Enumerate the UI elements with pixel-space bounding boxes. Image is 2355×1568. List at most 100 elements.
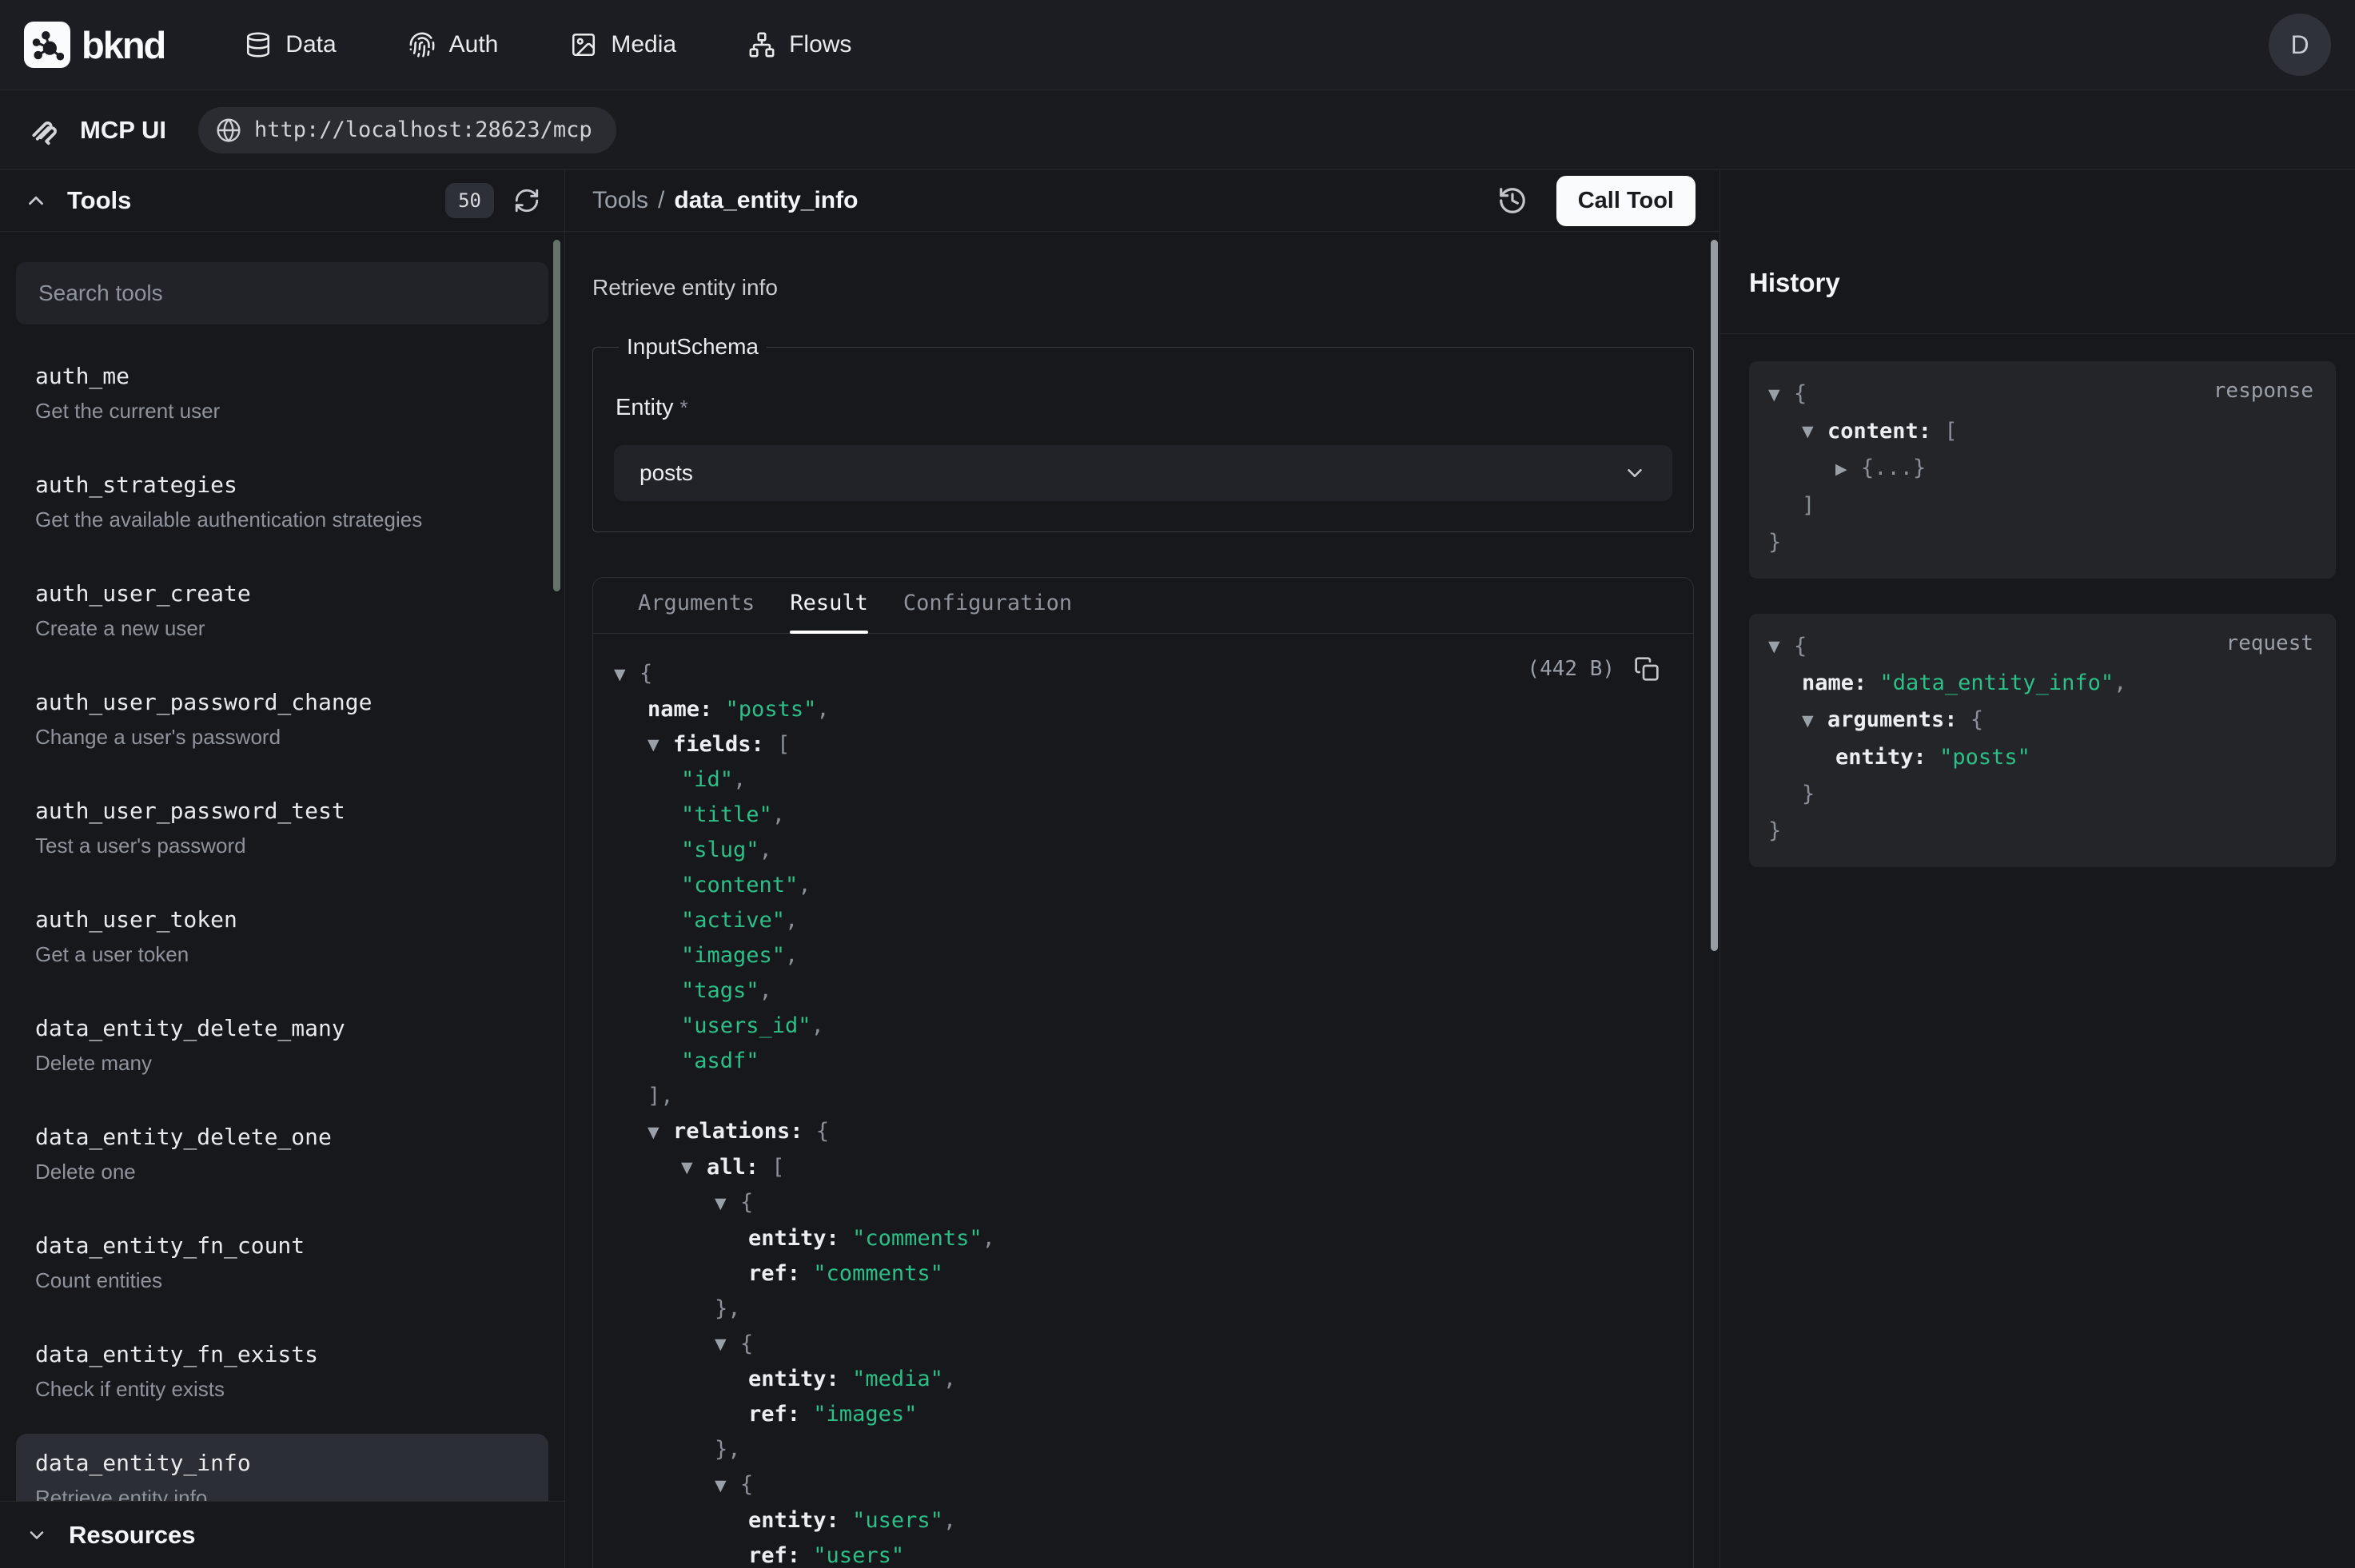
tool-name: data_entity_fn_count: [35, 1232, 529, 1259]
expand-triangle-icon[interactable]: ▶: [1835, 451, 1861, 488]
tool-list-item[interactable]: auth_user_token Get a user token: [16, 890, 548, 985]
collapse-triangle-icon[interactable]: ▼: [1768, 628, 1794, 665]
mcp-url-pill[interactable]: http://localhost:28623/mcp: [198, 107, 616, 153]
tool-list-item[interactable]: auth_user_password_changeChange a user's…: [16, 673, 548, 767]
collapse-triangle-icon[interactable]: ▼: [1768, 376, 1794, 413]
bknd-logo[interactable]: bknd: [24, 22, 165, 68]
history-entry-response[interactable]: response ▼{▼content: [▶{...}]}: [1749, 361, 2336, 579]
json-line: entity: "users",: [614, 1503, 1693, 1538]
collapse-triangle-icon[interactable]: ▼: [614, 657, 640, 692]
history-button[interactable]: [1497, 185, 1528, 216]
json-line: ▼fields: [: [614, 727, 1693, 763]
tab-configuration[interactable]: Configuration: [903, 591, 1072, 633]
tool-name: auth_me: [35, 363, 529, 389]
json-line: ],: [614, 1079, 1693, 1114]
tool-description: Get a user token: [35, 942, 529, 967]
json-line: ▼relations: {: [614, 1114, 1693, 1150]
tools-sidebar: Tools 50 auth_meGet the current userauth…: [0, 170, 565, 1568]
tool-list-item[interactable]: auth_user_password_testTest a user's pas…: [16, 782, 548, 876]
tool-detail-header: Tools / data_entity_info Call Tool: [565, 170, 1719, 232]
json-line: ]: [1768, 488, 2317, 524]
result-meta: (442 B): [1527, 656, 1660, 682]
result-json-viewer: (442 B) ▼{name: "posts",▼fields: ["id","…: [593, 634, 1693, 1568]
app-window: bknd Data Auth Media Flows D: [0, 0, 2355, 1568]
globe-icon: [216, 117, 241, 143]
collapse-triangle-icon[interactable]: ▼: [648, 1115, 673, 1150]
tool-list-item[interactable]: data_entity_fn_exists Check if entity exi…: [16, 1325, 548, 1419]
collapse-triangle-icon[interactable]: ▼: [715, 1327, 740, 1362]
nav-item-media[interactable]: Media: [570, 31, 676, 58]
resources-section-header[interactable]: Resources: [0, 1501, 564, 1568]
tool-list-item[interactable]: auth_me Get the current user: [16, 347, 548, 441]
breadcrumb-section[interactable]: Tools: [592, 187, 648, 214]
collapse-triangle-icon[interactable]: ▼: [715, 1186, 740, 1221]
tab-result[interactable]: Result: [790, 591, 868, 633]
resources-title: Resources: [69, 1521, 196, 1550]
mcp-url: http://localhost:28623/mcp: [254, 117, 592, 142]
json-line: ref: "comments": [614, 1256, 1693, 1291]
collapse-triangle-icon[interactable]: ▼: [1802, 702, 1827, 739]
chevron-up-icon[interactable]: [24, 189, 48, 213]
nav-item-flows[interactable]: Flows: [748, 31, 851, 58]
json-line: "users_id",: [614, 1009, 1693, 1044]
copy-icon[interactable]: [1634, 656, 1660, 682]
collapse-triangle-icon[interactable]: ▼: [1802, 413, 1827, 450]
tool-list-item[interactable]: data_entity_delete_one Delete one: [16, 1108, 548, 1202]
tool-name: data_entity_delete_one: [35, 1124, 529, 1150]
database-icon: [245, 31, 272, 58]
call-tool-button[interactable]: Call Tool: [1556, 176, 1696, 226]
json-line: entity: "comments",: [614, 1221, 1693, 1256]
json-line: }: [1768, 776, 2317, 813]
request-json-tree: ▼{name: "data_entity_info",▼arguments: {…: [1768, 628, 2317, 850]
tool-list-item[interactable]: auth_strategiesGet the available authent…: [16, 456, 548, 550]
nav-item-auth[interactable]: Auth: [408, 31, 499, 58]
tool-name: auth_strategies: [35, 472, 529, 498]
workflow-icon: [748, 31, 775, 58]
tool-description: Check if entity exists: [35, 1377, 529, 1402]
user-avatar[interactable]: D: [2269, 14, 2331, 76]
history-entry-request[interactable]: request ▼{name: "data_entity_info",▼argu…: [1749, 614, 2336, 867]
input-schema-fieldset: InputSchema Entity* posts: [592, 334, 1694, 532]
json-line: "slug",: [614, 833, 1693, 868]
tool-list-item[interactable]: data_entity_delete_manyDelete many: [16, 999, 548, 1093]
entity-select[interactable]: posts: [614, 445, 1672, 501]
tool-description: Test a user's password: [35, 834, 529, 858]
json-line: "images",: [614, 938, 1693, 973]
main-scrollbar[interactable]: [1711, 240, 1718, 951]
tool-description: Retrieve entity info: [35, 1486, 529, 1501]
collapse-triangle-icon[interactable]: ▼: [715, 1468, 740, 1503]
tool-list-item[interactable]: data_entity_infoRetrieve entity info: [16, 1434, 548, 1501]
tool-list-item[interactable]: auth_user_createCreate a new user: [16, 564, 548, 659]
tool-name: data_entity_fn_exists: [35, 1341, 529, 1367]
sidebar-scrollbar[interactable]: [553, 240, 560, 591]
tool-description: Delete one: [35, 1160, 529, 1184]
search-input[interactable]: [16, 262, 548, 324]
nav-item-data[interactable]: Data: [245, 31, 336, 58]
collapse-triangle-icon[interactable]: ▼: [681, 1150, 707, 1185]
tool-list-item[interactable]: data_entity_fn_count Count entities: [16, 1216, 548, 1311]
tab-arguments[interactable]: Arguments: [638, 591, 755, 633]
tools-count-badge: 50: [445, 183, 494, 218]
tool-name: auth_user_token: [35, 906, 529, 933]
json-line: ref: "images": [614, 1397, 1693, 1432]
collapse-triangle-icon[interactable]: ▼: [648, 727, 673, 762]
tool-list: auth_me Get the current user auth_strategi…: [16, 347, 548, 1501]
nav-items: Data Auth Media Flows: [245, 31, 851, 58]
mcp-logo-icon: [29, 115, 59, 145]
tool-description: Create a new user: [35, 616, 529, 641]
result-card: Arguments Result Configuration (442 B) ▼…: [592, 577, 1694, 1568]
tools-title: Tools: [67, 186, 131, 215]
tools-scroll-area: auth_me Get the current user auth_strategi…: [0, 232, 564, 1501]
history-title: History: [1749, 268, 1840, 297]
json-line: "tags",: [614, 973, 1693, 1009]
history-list: response ▼{▼content: [▶{...}]} request ▼…: [1720, 334, 2355, 902]
result-json-tree: ▼{name: "posts",▼fields: ["id","title","…: [614, 656, 1693, 1568]
tool-description: Get the current user: [35, 399, 529, 424]
tool-description: Count entities: [35, 1268, 529, 1293]
history-entry-type: response: [2214, 379, 2313, 403]
history-entry-type: request: [2225, 631, 2313, 655]
json-line: ref: "users": [614, 1538, 1693, 1568]
refresh-icon[interactable]: [513, 187, 540, 214]
chevron-down-icon: [26, 1524, 48, 1546]
json-line: name: "posts",: [614, 692, 1693, 727]
